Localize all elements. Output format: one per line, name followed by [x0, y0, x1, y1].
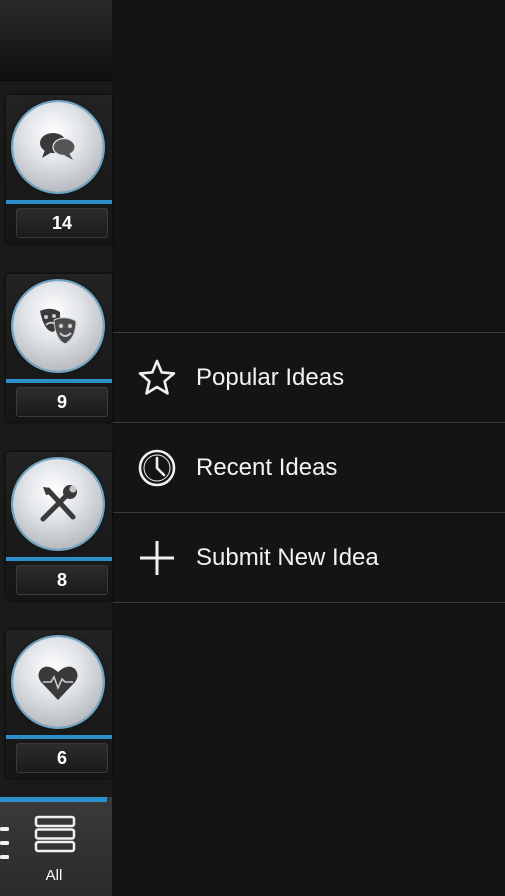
menu-item-popular-ideas[interactable]: Popular Ideas: [113, 333, 505, 423]
list-view-icon: [34, 815, 76, 853]
category-accent-bar: [6, 379, 112, 383]
star-icon: [138, 359, 176, 395]
category-icon-circle: [13, 102, 103, 192]
menu-item-recent-ideas[interactable]: Recent Ideas: [113, 423, 505, 513]
category-icon-circle: [13, 281, 103, 371]
category-icon-circle: [13, 459, 103, 549]
category-icon-circle: [13, 637, 103, 727]
menu-item-label: Recent Ideas: [196, 454, 338, 481]
category-count: 8: [16, 565, 108, 595]
category-card-tools[interactable]: 8: [6, 452, 112, 600]
category-card-discussion[interactable]: 14: [6, 95, 112, 243]
heart-pulse-icon: [38, 666, 78, 700]
chat-bubbles-icon: [40, 133, 76, 160]
all-categories-button[interactable]: All: [0, 797, 112, 896]
menu-item-label: Submit New Idea: [196, 544, 379, 571]
category-rail: 14 9 8 6 All: [0, 0, 112, 896]
overflow-menu-icon[interactable]: [0, 825, 10, 863]
category-card-entertainment[interactable]: 9: [6, 274, 112, 422]
tools-icon: [40, 485, 77, 522]
rail-header: [0, 0, 112, 81]
category-count: 14: [16, 208, 108, 238]
all-label: All: [45, 867, 63, 884]
category-accent-bar: [6, 735, 112, 739]
clock-icon: [138, 449, 176, 487]
category-card-health[interactable]: 6: [6, 630, 112, 778]
category-count: 6: [16, 743, 108, 773]
menu-item-submit-new-idea[interactable]: Submit New Idea: [113, 513, 505, 603]
plus-icon: [140, 541, 174, 575]
all-selected-indicator: [0, 797, 107, 802]
category-accent-bar: [6, 557, 112, 561]
ideas-menu: Popular Ideas Recent Ideas Submit New Id…: [113, 332, 505, 603]
theater-masks-icon: [40, 308, 77, 345]
menu-item-label: Popular Ideas: [196, 364, 345, 391]
category-count: 9: [16, 387, 108, 417]
category-accent-bar: [6, 200, 112, 204]
